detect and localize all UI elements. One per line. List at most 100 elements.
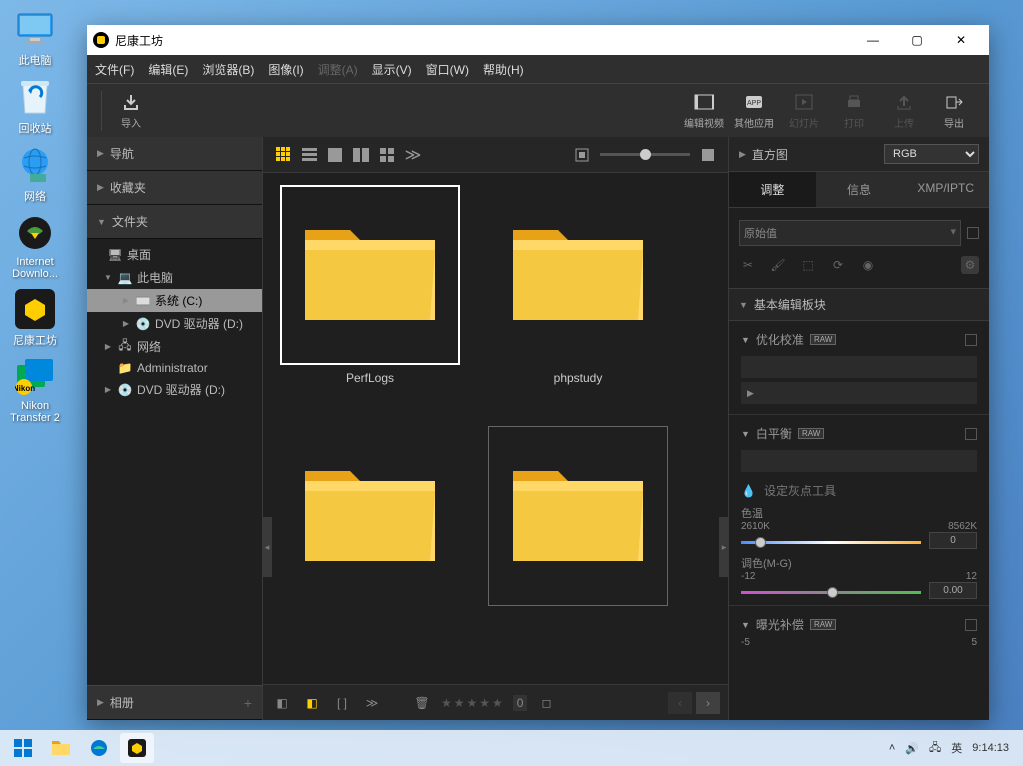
right-handle[interactable]: ▸ (719, 517, 729, 577)
desktop-icon-idm[interactable]: Internet Downlo... (0, 212, 70, 280)
start-button[interactable] (6, 733, 40, 763)
minimize-button[interactable]: — (851, 25, 895, 55)
tab-xmp[interactable]: XMP/IPTC (902, 172, 989, 207)
rating-stars[interactable]: ★★★★★ (441, 696, 505, 710)
preset-checkbox[interactable] (967, 227, 979, 239)
ime-indicator[interactable]: 英 (951, 740, 962, 756)
opt-expand[interactable]: ▶ (741, 382, 977, 404)
left-handle[interactable]: ◂ (262, 517, 272, 577)
folder-thumb[interactable]: phpstudy (483, 185, 673, 410)
close-button[interactable]: ✕ (939, 25, 983, 55)
temp-slider[interactable] (741, 541, 921, 545)
volume-icon[interactable]: 🔊 (905, 742, 919, 755)
desktop-icon-label: 尼康工坊 (0, 332, 70, 348)
tool-export[interactable]: 导出 (929, 92, 979, 130)
tab-info[interactable]: 信息 (816, 172, 903, 207)
menu-image[interactable]: 图像(I) (268, 61, 303, 78)
clock[interactable]: 9:14:13 (972, 742, 1009, 754)
more-icon[interactable]: ≫ (361, 692, 383, 714)
tool-slideshow: 幻灯片 (779, 92, 829, 130)
view-compare4[interactable] (375, 143, 399, 167)
next-button[interactable]: › (696, 692, 720, 714)
checkbox[interactable] (965, 619, 977, 631)
menu-browser[interactable]: 浏览器(B) (202, 61, 254, 78)
straighten-icon[interactable]: ⬚ (799, 256, 817, 274)
exposure-head[interactable]: ▼曝光补偿RAW (741, 612, 977, 637)
preset-select[interactable]: 原始值▾ (739, 220, 961, 246)
zoom-out-icon[interactable] (570, 143, 594, 167)
tool-label: 幻灯片 (789, 115, 819, 130)
desktop-icon-recycle-bin[interactable]: 回收站 (0, 76, 70, 136)
section-basic[interactable]: ▼基本编辑板块 (729, 288, 989, 321)
titlebar[interactable]: 尼康工坊 — ▢ ✕ (87, 25, 989, 55)
rotate-icon[interactable]: ⟳ (829, 256, 847, 274)
desktop-icon-label: 此电脑 (0, 52, 70, 68)
panel-album[interactable]: ▶相册+ (87, 686, 262, 720)
panel-nav[interactable]: ▶导航 (87, 137, 262, 171)
tint-value[interactable]: 0.00 (929, 582, 977, 599)
opt-calib-head[interactable]: ▼优化校准RAW (741, 327, 977, 352)
view-single[interactable] (323, 143, 347, 167)
tint-label: 调色(M-G) (741, 555, 977, 571)
folder-thumb[interactable] (275, 426, 465, 651)
menu-help[interactable]: 帮助(H) (483, 61, 524, 78)
menu-edit[interactable]: 编辑(E) (148, 61, 188, 78)
desktop-icon-network[interactable]: 网络 (0, 144, 70, 204)
task-explorer[interactable] (44, 733, 78, 763)
tree-drive-c[interactable]: ▶系统 (C:) (87, 289, 262, 312)
wb-head[interactable]: ▼白平衡RAW (741, 421, 977, 446)
opt-select[interactable] (741, 356, 977, 378)
desktop-icon-this-pc[interactable]: 此电脑 (0, 8, 70, 68)
temp-value[interactable]: 0 (929, 532, 977, 549)
view-grid[interactable] (271, 143, 295, 167)
tool-import[interactable]: 导入 (106, 92, 156, 130)
mode-select[interactable]: RGB (884, 144, 979, 164)
tree-this-pc[interactable]: ▼💻此电脑 (87, 266, 262, 289)
tree-dvd[interactable]: ▶💿DVD 驱动器 (D:) (87, 312, 262, 335)
view-more[interactable]: ≫ (401, 143, 425, 167)
view-list[interactable] (297, 143, 321, 167)
upload-icon (894, 92, 914, 112)
tree-dvd2[interactable]: ▶💿DVD 驱动器 (D:) (87, 378, 262, 401)
menu-file[interactable]: 文件(F) (95, 61, 134, 78)
maximize-button[interactable]: ▢ (895, 25, 939, 55)
label-icon[interactable]: ◻ (535, 692, 557, 714)
wb-select[interactable] (741, 450, 977, 472)
tag-icon[interactable]: ◧ (271, 692, 293, 714)
gear-icon[interactable]: ⚙ (961, 256, 979, 274)
view-compare2[interactable] (349, 143, 373, 167)
task-nikon-studio[interactable] (120, 733, 154, 763)
redeye-icon[interactable]: ◉ (859, 256, 877, 274)
checkbox[interactable] (965, 428, 977, 440)
task-edge[interactable] (82, 733, 116, 763)
menu-window[interactable]: 窗口(W) (426, 61, 469, 78)
desktop-icon-nikon-transfer[interactable]: Nikon Nikon Transfer 2 (0, 356, 70, 424)
folder-thumb[interactable] (483, 426, 673, 651)
panel-fav[interactable]: ▶收藏夹 (87, 171, 262, 205)
tree-desktop[interactable]: 🖥桌面 (87, 243, 262, 266)
tool-other-apps[interactable]: APP 其他应用 (729, 92, 779, 130)
crop-icon[interactable]: ✂ (739, 256, 757, 274)
tree-network[interactable]: ▶🖧网络 (87, 335, 262, 358)
tree-admin[interactable]: 📁Administrator (87, 358, 262, 378)
thumb-label: PerfLogs (346, 371, 394, 385)
menu-view[interactable]: 显示(V) (372, 61, 412, 78)
checkbox[interactable] (965, 334, 977, 346)
delete-icon[interactable]: 🗑 (411, 692, 433, 714)
tab-adjust[interactable]: 调整 (729, 172, 816, 207)
zoom-in-icon[interactable] (696, 143, 720, 167)
panel-folders[interactable]: ▼文件夹 (87, 205, 262, 239)
zoom-slider[interactable] (600, 153, 690, 156)
histogram-header[interactable]: ▶ 直方图 RGB (729, 137, 989, 172)
folder-thumb[interactable]: PerfLogs (275, 185, 465, 410)
tray-chevron-icon[interactable]: ˄ (889, 742, 895, 754)
eyedropper-icon[interactable]: 💧 (741, 484, 756, 498)
add-album-icon[interactable]: + (244, 695, 252, 711)
network-tray-icon[interactable]: 🖧 (929, 739, 941, 758)
tool-edit-video[interactable]: 编辑视频 (679, 92, 729, 130)
brush-icon[interactable]: 🖌 (769, 256, 787, 274)
desktop-icon-nikon-studio[interactable]: 尼康工坊 (0, 288, 70, 348)
tint-slider[interactable] (741, 591, 921, 595)
compare-icon[interactable]: [ ] (331, 692, 353, 714)
tag-icon-active[interactable]: ◧ (301, 692, 323, 714)
